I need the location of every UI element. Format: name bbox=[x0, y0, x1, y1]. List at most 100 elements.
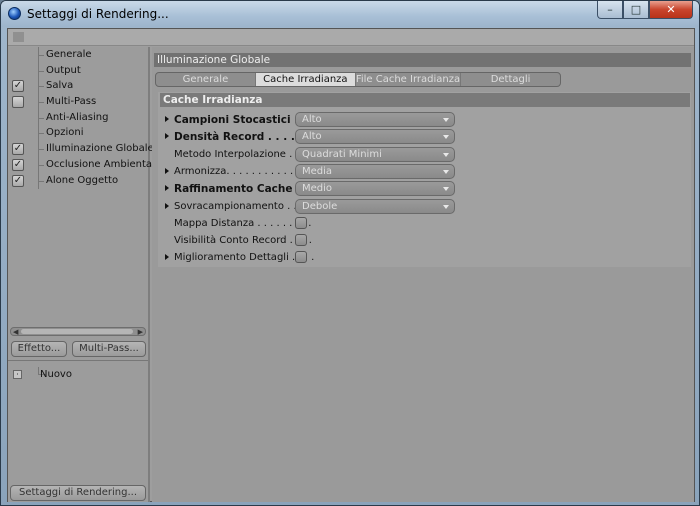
group-title: Cache Irradianza bbox=[160, 93, 690, 107]
preset-label: Nuovo bbox=[40, 369, 72, 380]
section-title: Illuminazione Globale bbox=[154, 53, 691, 67]
grip-icon[interactable] bbox=[13, 32, 24, 42]
parameter-row: Miglioramento Dettagli . . . . bbox=[158, 249, 458, 266]
multipass-button[interactable]: Multi-Pass... bbox=[72, 341, 146, 357]
parameter-row: Densità Record . . . . . . . Alto bbox=[158, 128, 458, 145]
tab[interactable]: Cache Irradianza bbox=[255, 73, 356, 86]
dropdown-value: Quadrati Minimi bbox=[302, 148, 382, 160]
sidebar-item-label: Generale bbox=[46, 49, 92, 60]
render-settings-window: Settaggi di Rendering... – □ ✕ Generale O… bbox=[0, 0, 700, 506]
chevron-down-icon bbox=[443, 152, 449, 157]
parameter-checkbox[interactable] bbox=[295, 251, 307, 264]
parameter-dropdown[interactable]: Alto bbox=[295, 129, 455, 145]
sidebar-item-label: Anti-Aliasing bbox=[46, 111, 109, 123]
parameter-label: Campioni Stocastici . . . bbox=[174, 114, 314, 126]
parameter-checkbox[interactable] bbox=[295, 216, 307, 229]
parameter-dropdown[interactable]: Medio bbox=[295, 181, 455, 197]
scroll-left-icon[interactable]: ◀ bbox=[13, 328, 18, 336]
expand-arrow-icon[interactable] bbox=[165, 185, 169, 192]
main-panel: Illuminazione Globale Generale Cache Irra… bbox=[152, 47, 694, 502]
checkmark-icon[interactable]: ✓ bbox=[12, 80, 24, 93]
tree-tick bbox=[38, 164, 44, 166]
sidebar-item-label: Illuminazione Globale bbox=[46, 143, 154, 155]
sidebar-item-label: Output bbox=[46, 64, 81, 76]
maximize-button[interactable]: □ bbox=[623, 1, 649, 19]
parameter-row: Sovracampionamento . . . . Debole bbox=[158, 198, 458, 215]
cinema4d-app-icon bbox=[8, 7, 21, 20]
sidebar-item[interactable]: ✓ Illuminazione Globale bbox=[8, 141, 154, 158]
parameter-label: Miglioramento Dettagli . . . . bbox=[174, 252, 315, 264]
tab[interactable]: Dettagli bbox=[461, 73, 560, 86]
sidebar: Generale Output ✓ Salva Multi-Pass Anti-Alias… bbox=[8, 47, 161, 502]
parameter-row: Metodo Interpolazione . . Quadrati Minimi bbox=[158, 146, 458, 163]
chevron-down-icon bbox=[443, 169, 449, 174]
sidebar-item[interactable]: Generale bbox=[8, 47, 148, 63]
title-bar[interactable]: Settaggi di Rendering... – □ ✕ bbox=[1, 1, 699, 27]
parameter-row: Campioni Stocastici . . . Alto bbox=[158, 111, 458, 128]
parameter-label: Metodo Interpolazione . . bbox=[174, 148, 299, 160]
parameter-dropdown[interactable]: Debole bbox=[295, 198, 455, 214]
dropdown-value: Debole bbox=[302, 200, 338, 212]
tree-tick bbox=[38, 133, 44, 135]
minimize-button[interactable]: – bbox=[597, 1, 623, 19]
sidebar-item-label: Occlusione Ambientale bbox=[46, 158, 161, 170]
parameter-row: Visibilità Conto Record . . . . bbox=[158, 232, 458, 249]
chevron-down-icon bbox=[443, 118, 449, 122]
scroll-right-icon[interactable]: ▶ bbox=[138, 328, 143, 336]
sidebar-item[interactable]: Anti-Aliasing bbox=[8, 109, 148, 126]
parameters-panel: Cache Irradianza Campioni Stocastici . .… bbox=[158, 92, 691, 267]
checkmark-icon[interactable]: ✓ bbox=[12, 158, 24, 171]
expand-arrow-icon[interactable] bbox=[165, 167, 169, 174]
parameter-checkbox[interactable] bbox=[295, 234, 307, 247]
tree-tick bbox=[38, 149, 44, 151]
close-button[interactable]: ✕ bbox=[649, 1, 693, 19]
chevron-down-icon bbox=[443, 187, 449, 192]
checkmark-icon[interactable]: ✓ bbox=[12, 174, 24, 187]
parameter-row: Mappa Distanza . . . . . . . . . bbox=[158, 215, 458, 232]
parameter-label: Mappa Distanza . . . . . . . . . bbox=[174, 217, 312, 229]
sidebar-item[interactable]: Output bbox=[8, 62, 148, 79]
sidebar-item[interactable]: Opzioni bbox=[8, 125, 148, 142]
parameter-label: Sovracampionamento . . . . bbox=[174, 200, 310, 212]
tree-tick bbox=[38, 55, 44, 56]
chevron-down-icon bbox=[443, 204, 449, 209]
sidebar-item-label: Alone Oggetto bbox=[46, 174, 119, 186]
sidebar-item[interactable]: ✓ Salva bbox=[8, 78, 148, 95]
render-settings-button[interactable]: Settaggi di Rendering... bbox=[10, 485, 146, 501]
tree-tick bbox=[38, 180, 44, 182]
expand-arrow-icon[interactable] bbox=[165, 116, 169, 122]
parameter-label: Armonizza. . . . . . . . . . . . . bbox=[174, 165, 306, 177]
preset-icon: · bbox=[13, 370, 22, 379]
sidebar-item[interactable]: ✓ Alone Oggetto bbox=[8, 172, 148, 189]
sidebar-item[interactable]: ✓ Occlusione Ambientale bbox=[8, 156, 161, 173]
parameter-label: Raffinamento Cache . . bbox=[174, 183, 308, 196]
settings-list: Generale Output ✓ Salva Multi-Pass Anti-Alias… bbox=[8, 47, 161, 292]
dropdown-value: Media bbox=[302, 165, 333, 177]
chevron-down-icon bbox=[443, 135, 449, 140]
checkbox-empty-icon[interactable] bbox=[12, 96, 24, 109]
scrollbar-thumb[interactable] bbox=[21, 329, 133, 334]
expand-arrow-icon[interactable] bbox=[165, 202, 169, 209]
checkmark-icon[interactable]: ✓ bbox=[12, 143, 24, 156]
divider bbox=[8, 360, 148, 361]
expand-arrow-icon[interactable] bbox=[165, 133, 169, 140]
tab-bar: Generale Cache Irradianza File Cache Irrad… bbox=[155, 72, 561, 87]
tree-tick bbox=[38, 117, 44, 119]
expand-arrow-icon[interactable] bbox=[165, 254, 169, 261]
parameter-dropdown[interactable]: Quadrati Minimi bbox=[295, 146, 455, 162]
parameter-label: Visibilità Conto Record . . . . bbox=[174, 235, 312, 247]
parameter-dropdown[interactable]: Alto bbox=[295, 112, 455, 127]
preset-item-nuovo[interactable]: · Nuovo bbox=[8, 367, 148, 383]
tab[interactable]: File Cache Irradianza bbox=[356, 73, 462, 86]
tree-tick bbox=[38, 70, 44, 72]
tree-tick bbox=[38, 102, 44, 104]
sidebar-scrollbar[interactable]: ◀ ▶ bbox=[10, 327, 146, 336]
tab[interactable]: Generale bbox=[156, 73, 256, 86]
sidebar-item-label: Salva bbox=[46, 80, 74, 92]
sidebar-item[interactable]: Multi-Pass bbox=[8, 94, 148, 111]
parameter-dropdown[interactable]: Media bbox=[295, 163, 455, 179]
dropdown-value: Alto bbox=[302, 114, 322, 125]
sidebar-item-label: Multi-Pass bbox=[46, 96, 97, 108]
window-content: Generale Output ✓ Salva Multi-Pass Anti-Alias… bbox=[7, 28, 695, 502]
effetto-button[interactable]: Effetto... bbox=[11, 341, 67, 357]
